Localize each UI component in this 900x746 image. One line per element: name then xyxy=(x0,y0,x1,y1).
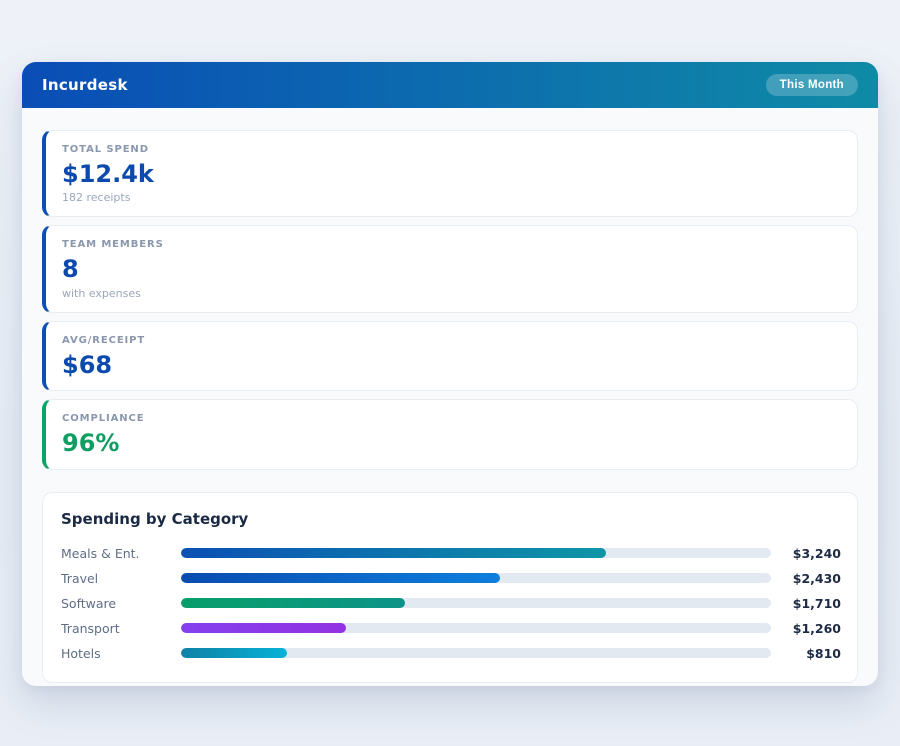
bar-fill xyxy=(181,573,500,583)
category-label: Software xyxy=(61,596,181,611)
stat-card: COMPLIANCE 96% xyxy=(42,399,858,469)
period-badge[interactable]: This Month xyxy=(766,74,858,96)
category-row: Meals & Ent. $3,240 xyxy=(61,541,841,566)
bar-fill xyxy=(181,623,346,633)
bar-track xyxy=(181,548,771,558)
stat-value: $12.4k xyxy=(62,161,841,187)
category-value: $1,260 xyxy=(779,621,841,636)
category-row: Travel $2,430 xyxy=(61,566,841,591)
dashboard-panel: Incurdesk This Month TOTAL SPEND $12.4k … xyxy=(22,62,878,686)
stat-card: TOTAL SPEND $12.4k 182 receipts xyxy=(42,130,858,217)
stat-label: AVG/RECEIPT xyxy=(62,335,841,346)
app-title: Incurdesk xyxy=(42,76,128,94)
bar-track xyxy=(181,623,771,633)
bar-track xyxy=(181,598,771,608)
bar-fill xyxy=(181,548,606,558)
category-row: Software $1,710 xyxy=(61,591,841,616)
stat-subtext: with expenses xyxy=(62,287,841,300)
bar-fill xyxy=(181,598,405,608)
category-row: Transport $1,260 xyxy=(61,616,841,641)
category-card-title: Spending by Category xyxy=(61,510,841,528)
category-value: $2,430 xyxy=(779,571,841,586)
category-label: Transport xyxy=(61,621,181,636)
category-label: Hotels xyxy=(61,646,181,661)
category-label: Meals & Ent. xyxy=(61,546,181,561)
dashboard-content: TOTAL SPEND $12.4k 182 receipts TEAM MEM… xyxy=(22,108,878,703)
bar-track xyxy=(181,648,771,658)
stat-label: COMPLIANCE xyxy=(62,413,841,424)
category-row: Hotels $810 xyxy=(61,641,841,666)
spending-by-category-card: Spending by Category Meals & Ent. $3,240… xyxy=(42,492,858,683)
bar-fill xyxy=(181,648,287,658)
bar-track xyxy=(181,573,771,583)
stat-label: TOTAL SPEND xyxy=(62,144,841,155)
stat-card: AVG/RECEIPT $68 xyxy=(42,321,858,391)
stat-value: 96% xyxy=(62,430,841,456)
stat-value: $68 xyxy=(62,352,841,378)
category-value: $1,710 xyxy=(779,596,841,611)
category-value: $3,240 xyxy=(779,546,841,561)
stat-label: TEAM MEMBERS xyxy=(62,239,841,250)
app-header: Incurdesk This Month xyxy=(22,62,878,108)
stat-card: TEAM MEMBERS 8 with expenses xyxy=(42,225,858,312)
stat-value: 8 xyxy=(62,256,841,282)
category-label: Travel xyxy=(61,571,181,586)
category-value: $810 xyxy=(779,646,841,661)
stat-subtext: 182 receipts xyxy=(62,191,841,204)
